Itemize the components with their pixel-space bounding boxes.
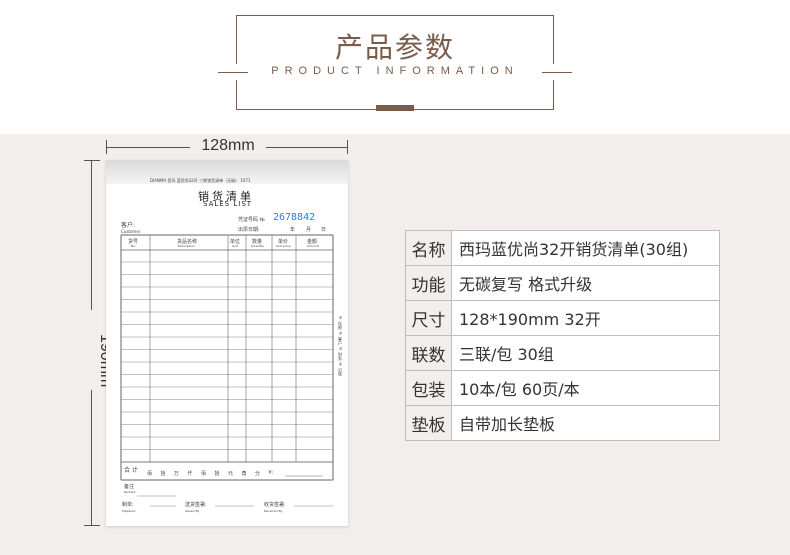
remark-label: 备注 — [124, 484, 135, 490]
signer-received: 收货签署: — [264, 502, 286, 508]
spec-row: 垫板 自带加长垫板 — [405, 405, 720, 441]
total-unit: ¥: — [268, 470, 274, 476]
spec-row: 尺寸 128*190mm 32开 — [405, 300, 720, 336]
spec-value: 西玛蓝优尚32开销货清单(30组) — [451, 230, 720, 266]
col-header-unit-en: Unit — [232, 244, 239, 248]
col-header-description-en: Description — [178, 244, 196, 248]
spec-value: 三联/包 30组 — [451, 335, 720, 371]
spec-value: 无碳复写 格式升级 — [451, 265, 720, 301]
total-unit: 仟 — [187, 471, 193, 477]
total-unit: 角 — [241, 471, 247, 477]
signer-prepared: 制单: — [122, 502, 134, 508]
spec-value: 128*190mm 32开 — [451, 300, 720, 336]
spec-key: 名称 — [405, 230, 452, 266]
col-header-price-en: Unit price — [276, 244, 291, 248]
spec-value: 自带加长垫板 — [451, 405, 720, 441]
spec-key: 包装 — [405, 370, 452, 406]
spec-key: 联数 — [405, 335, 452, 371]
total-unit: 分 — [255, 471, 261, 477]
copy-side-note: ① 存根 ② 客户 ③ 财务 ④ 记账 — [338, 315, 343, 376]
spec-row: 包装 10本/包 60页/本 — [405, 370, 720, 406]
total-unit: 万 — [174, 471, 180, 477]
spec-row: 功能 无碳复写 格式升级 — [405, 265, 720, 301]
col-header-quantity-en: Quantity — [251, 244, 264, 248]
total-unit: 拾 — [160, 471, 166, 477]
spec-key: 垫板 — [405, 405, 452, 441]
total-unit: 佰 — [201, 471, 207, 477]
remark-label-en: Remark — [124, 490, 136, 494]
signer-issued: 送货签署: — [185, 502, 207, 508]
col-header-amount-en: Amount — [307, 244, 319, 248]
spec-value: 10本/包 60页/本 — [451, 370, 720, 406]
total-label: 合 计 — [124, 467, 138, 474]
signer-issued-en: Issued By — [185, 509, 200, 513]
spec-key: 尺寸 — [405, 300, 452, 336]
col-header-no-en: No. — [131, 244, 136, 248]
total-unit: 元 — [228, 471, 234, 477]
spec-row: 联数 三联/包 30组 — [405, 335, 720, 371]
total-unit: 拾 — [214, 471, 220, 477]
total-unit: 佰 — [147, 471, 153, 477]
spec-table: 名称 西玛蓝优尚32开销货清单(30组) 功能 无碳复写 格式升级 尺寸 128*190m… — [405, 230, 720, 441]
spec-key: 功能 — [405, 265, 452, 301]
spec-row: 名称 西玛蓝优尚32开销货清单(30组) — [405, 230, 720, 266]
signer-prepared-en: Prepared — [122, 509, 136, 513]
signer-received-en: Received By — [264, 509, 283, 513]
